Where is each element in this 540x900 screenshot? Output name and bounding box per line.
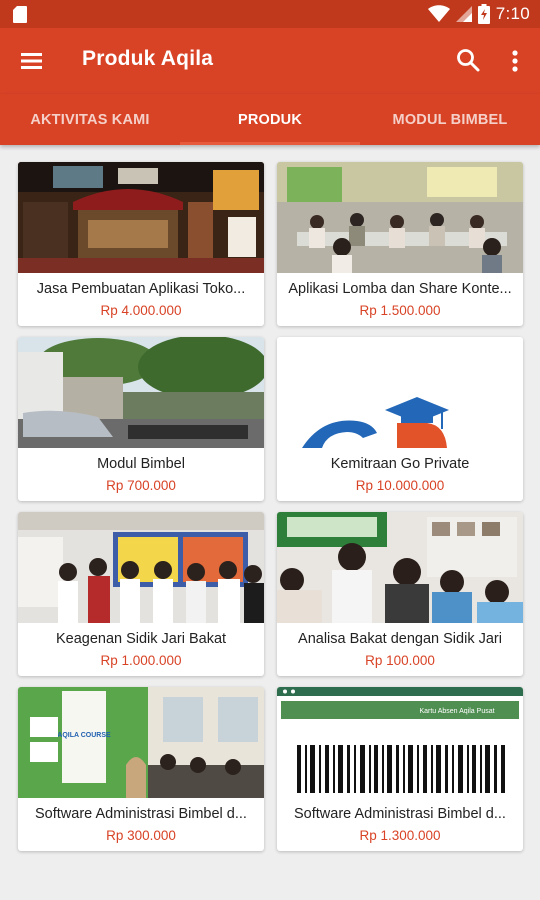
product-image-classroom xyxy=(277,162,523,273)
product-name: Jasa Pembuatan Aplikasi Toko... xyxy=(36,281,246,297)
product-image-course-room: AQILA COURSE xyxy=(18,687,264,798)
product-price: Rp 4.000.000 xyxy=(100,303,182,318)
product-name: Software Administrasi Bimbel d... xyxy=(35,806,247,822)
wifi-icon xyxy=(427,5,450,22)
product-price: Rp 100.000 xyxy=(365,653,435,668)
product-price: Rp 1.000.000 xyxy=(100,653,182,668)
menu-icon[interactable] xyxy=(18,48,46,74)
product-card[interactable]: Analisa Bakat dengan Sidik Jari Rp 100.0… xyxy=(277,512,523,676)
banner-text: AQILA COURSE xyxy=(57,732,111,739)
product-card[interactable]: Kemitraan Go Private Rp 10.000.000 xyxy=(277,337,523,501)
product-name: Software Administrasi Bimbel d... xyxy=(294,806,506,822)
product-price: Rp 300.000 xyxy=(106,828,176,843)
search-icon[interactable] xyxy=(455,47,481,73)
app-bar: Produk Aqila xyxy=(0,28,540,94)
tab-produk[interactable]: PRODUK xyxy=(180,94,360,145)
product-card[interactable]: Kartu Absen Aqila Pusat Software Adminis… xyxy=(277,687,523,851)
tab-modul-bimbel[interactable]: MODUL BIMBEL xyxy=(360,94,540,145)
product-name: Aplikasi Lomba dan Share Konte... xyxy=(288,281,512,297)
product-image-group xyxy=(18,512,264,623)
product-price: Rp 1.500.000 xyxy=(359,303,441,318)
status-bar: 7:10 xyxy=(0,0,540,28)
product-image-logo xyxy=(277,337,523,448)
product-price: Rp 700.000 xyxy=(106,478,176,493)
sd-card-icon xyxy=(13,6,27,23)
product-card[interactable]: Aplikasi Lomba dan Share Konte... Rp 1.5… xyxy=(277,162,523,326)
product-card[interactable]: Modul Bimbel Rp 700.000 xyxy=(18,337,264,501)
page-title: Produk Aqila xyxy=(82,47,214,70)
more-vert-icon[interactable] xyxy=(503,47,527,75)
tab-aktivitas-kami[interactable]: AKTIVITAS KAMI xyxy=(0,94,180,145)
product-price: Rp 10.000.000 xyxy=(355,478,445,493)
product-name: Analisa Bakat dengan Sidik Jari xyxy=(298,631,502,647)
clock: 7:10 xyxy=(495,4,530,23)
card-title-text: Kartu Absen Aqila Pusat xyxy=(419,708,494,715)
product-image-shop xyxy=(18,162,264,273)
product-image-barcode-card: Kartu Absen Aqila Pusat xyxy=(277,687,523,798)
tab-bar: AKTIVITAS KAMI PRODUK MODUL BIMBEL xyxy=(0,94,540,145)
product-name: Kemitraan Go Private xyxy=(330,456,470,472)
product-image-students xyxy=(277,512,523,623)
product-name: Keagenan Sidik Jari Bakat xyxy=(55,631,227,647)
product-card[interactable]: AQILA COURSE Software Administrasi Bimbe… xyxy=(18,687,264,851)
product-name: Modul Bimbel xyxy=(97,456,185,472)
product-grid: Jasa Pembuatan Aplikasi Toko... Rp 4.000… xyxy=(0,145,540,900)
battery-icon xyxy=(477,4,490,24)
product-card[interactable]: Jasa Pembuatan Aplikasi Toko... Rp 4.000… xyxy=(18,162,264,326)
signal-icon xyxy=(455,6,472,22)
product-card[interactable]: Keagenan Sidik Jari Bakat Rp 1.000.000 xyxy=(18,512,264,676)
product-price: Rp 1.300.000 xyxy=(359,828,441,843)
product-image-building xyxy=(18,337,264,448)
